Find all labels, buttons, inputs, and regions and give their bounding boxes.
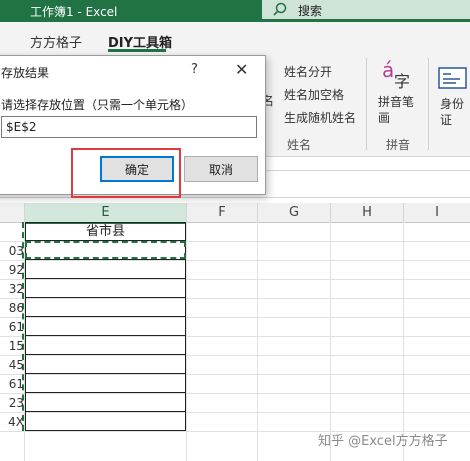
- pinyin-stroke-label: 拼音笔画: [378, 95, 415, 125]
- ribbon-separator: [428, 58, 429, 150]
- grid-vline: [257, 222, 258, 461]
- close-icon[interactable]: ✕: [235, 60, 248, 79]
- cell-d-value[interactable]: 32: [0, 282, 24, 296]
- id-card-icon: [438, 67, 467, 89]
- search-icon: [273, 2, 287, 16]
- table-cell[interactable]: [25, 336, 186, 355]
- ribbon-tabs: 方方格子 DIY工具箱: [0, 22, 470, 52]
- column-header-g[interactable]: G: [258, 203, 331, 223]
- cell-d-value[interactable]: 03: [0, 244, 24, 258]
- column-header-f[interactable]: F: [187, 203, 258, 223]
- column-header-e[interactable]: E: [25, 203, 187, 224]
- help-button[interactable]: ?: [191, 62, 198, 77]
- table-cell[interactable]: [25, 279, 186, 298]
- header-cell-e1[interactable]: 省市县: [25, 222, 186, 241]
- search-label: 搜索: [298, 4, 323, 18]
- cell-selection-e2: [25, 241, 186, 259]
- grid-vline: [186, 222, 187, 461]
- title-bar: 工作簿1 - Excel 搜索: [0, 0, 470, 22]
- id-card-label: 身份证: [440, 97, 465, 127]
- cell-d-value[interactable]: 86: [0, 301, 24, 315]
- tab-fangfang[interactable]: 方方格子: [30, 32, 82, 51]
- dialog-prompt: 请选择存放位置（只需一个单元格）: [1, 98, 194, 112]
- cell-d-value[interactable]: 4X: [0, 415, 24, 429]
- pinyin-group-label: 拼音: [386, 138, 411, 152]
- cell-d-value[interactable]: 92: [0, 263, 24, 277]
- table-cell[interactable]: [25, 412, 186, 431]
- table-cell[interactable]: [25, 393, 186, 412]
- search-box[interactable]: 搜索: [262, 0, 470, 19]
- cell-d-value[interactable]: 61: [0, 377, 24, 391]
- column-header-i[interactable]: I: [404, 203, 470, 223]
- table-cell[interactable]: [25, 298, 186, 317]
- table-cell[interactable]: [25, 355, 186, 374]
- zi-icon: 字: [394, 72, 411, 91]
- cell-d-value[interactable]: 61: [0, 320, 24, 334]
- random-name-button[interactable]: 生成随机姓名: [284, 109, 356, 126]
- pinyin-icon: á: [382, 58, 395, 82]
- name-group-label: 姓名: [287, 138, 312, 152]
- table-cell[interactable]: [25, 260, 186, 279]
- pinyin-stroke-button[interactable]: á 字 拼音笔画: [374, 58, 420, 128]
- watermark: 知乎 @Excel方方格子: [318, 434, 448, 449]
- cell-d-value[interactable]: 23: [0, 396, 24, 410]
- cancel-button[interactable]: 取消: [184, 156, 258, 182]
- cell-d-value[interactable]: 15: [0, 339, 24, 353]
- window-title: 工作簿1 - Excel: [30, 5, 118, 19]
- column-header-d-partial[interactable]: [0, 203, 25, 223]
- table-cell[interactable]: [25, 374, 186, 393]
- column-header-h[interactable]: H: [331, 203, 404, 223]
- highlight-box: [71, 148, 181, 198]
- cell-d-value[interactable]: 45: [0, 358, 24, 372]
- grid-vline: [403, 222, 404, 461]
- grid-vline: [330, 222, 331, 461]
- split-name-button[interactable]: 姓名分开: [284, 63, 332, 80]
- name-add-space-button[interactable]: 姓名加空格: [284, 86, 344, 103]
- dialog-title: 存放结果: [1, 66, 50, 80]
- location-input[interactable]: [1, 116, 257, 138]
- ribbon-separator: [366, 58, 367, 150]
- table-cell[interactable]: [25, 317, 186, 336]
- id-card-button[interactable]: 身份证: [434, 62, 470, 132]
